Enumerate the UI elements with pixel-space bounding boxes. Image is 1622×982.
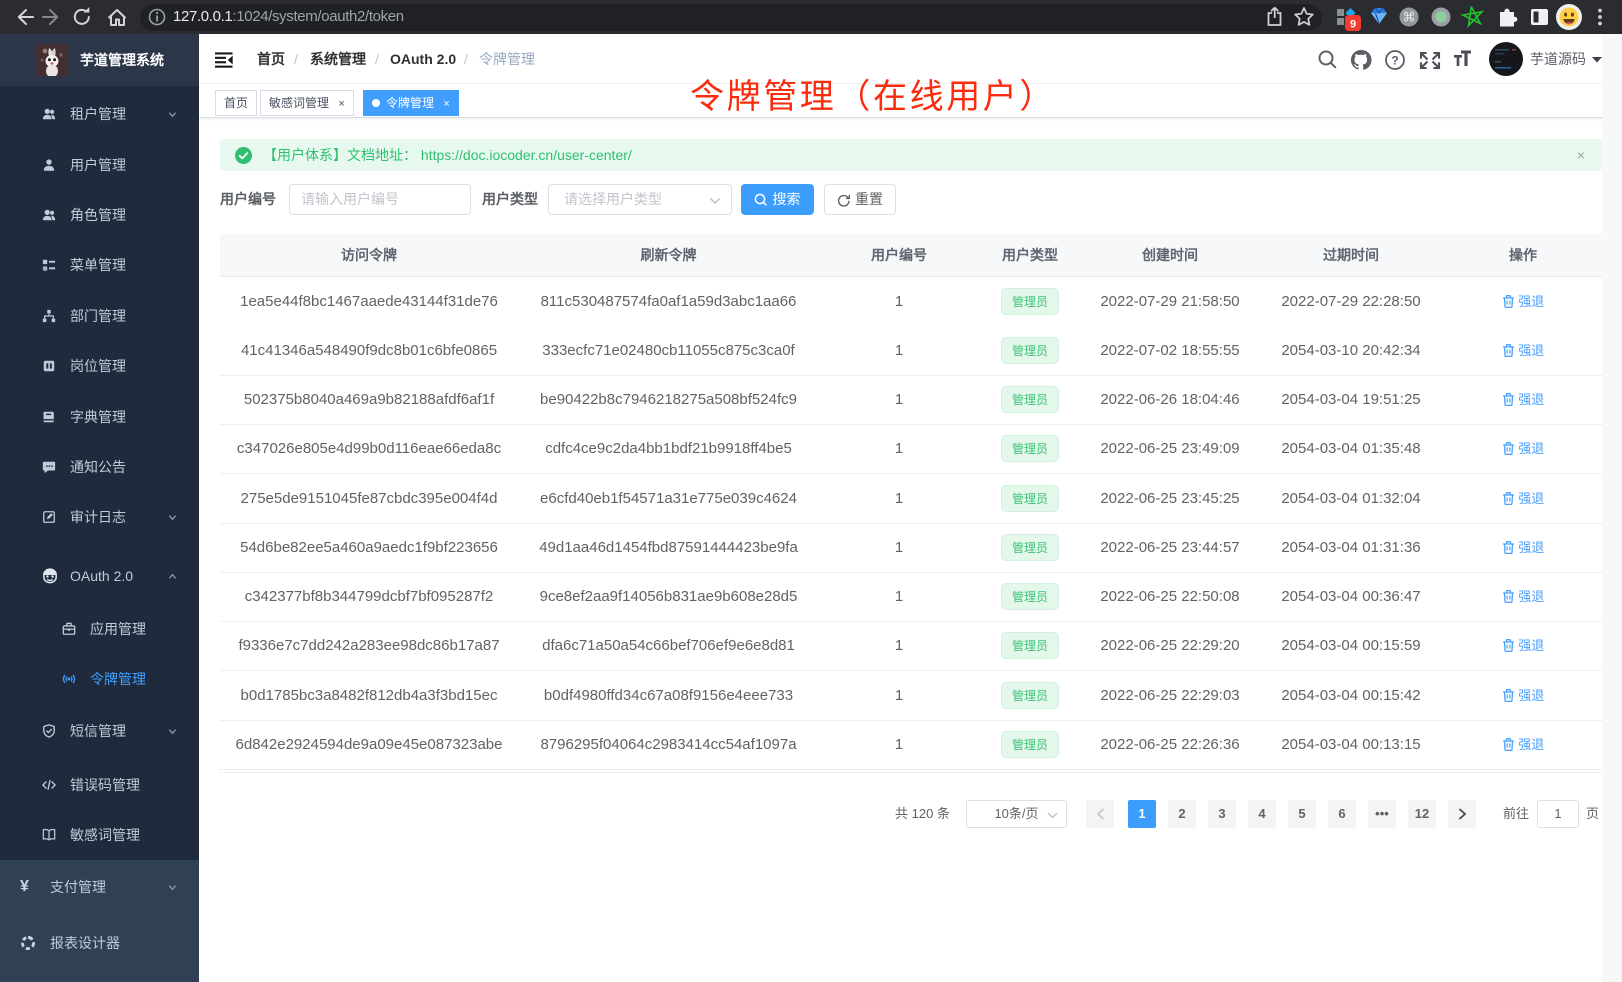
svg-text:9: 9: [1350, 19, 1356, 31]
svg-text:?: ?: [1391, 54, 1398, 68]
svg-text:⌘: ⌘: [1403, 10, 1416, 25]
